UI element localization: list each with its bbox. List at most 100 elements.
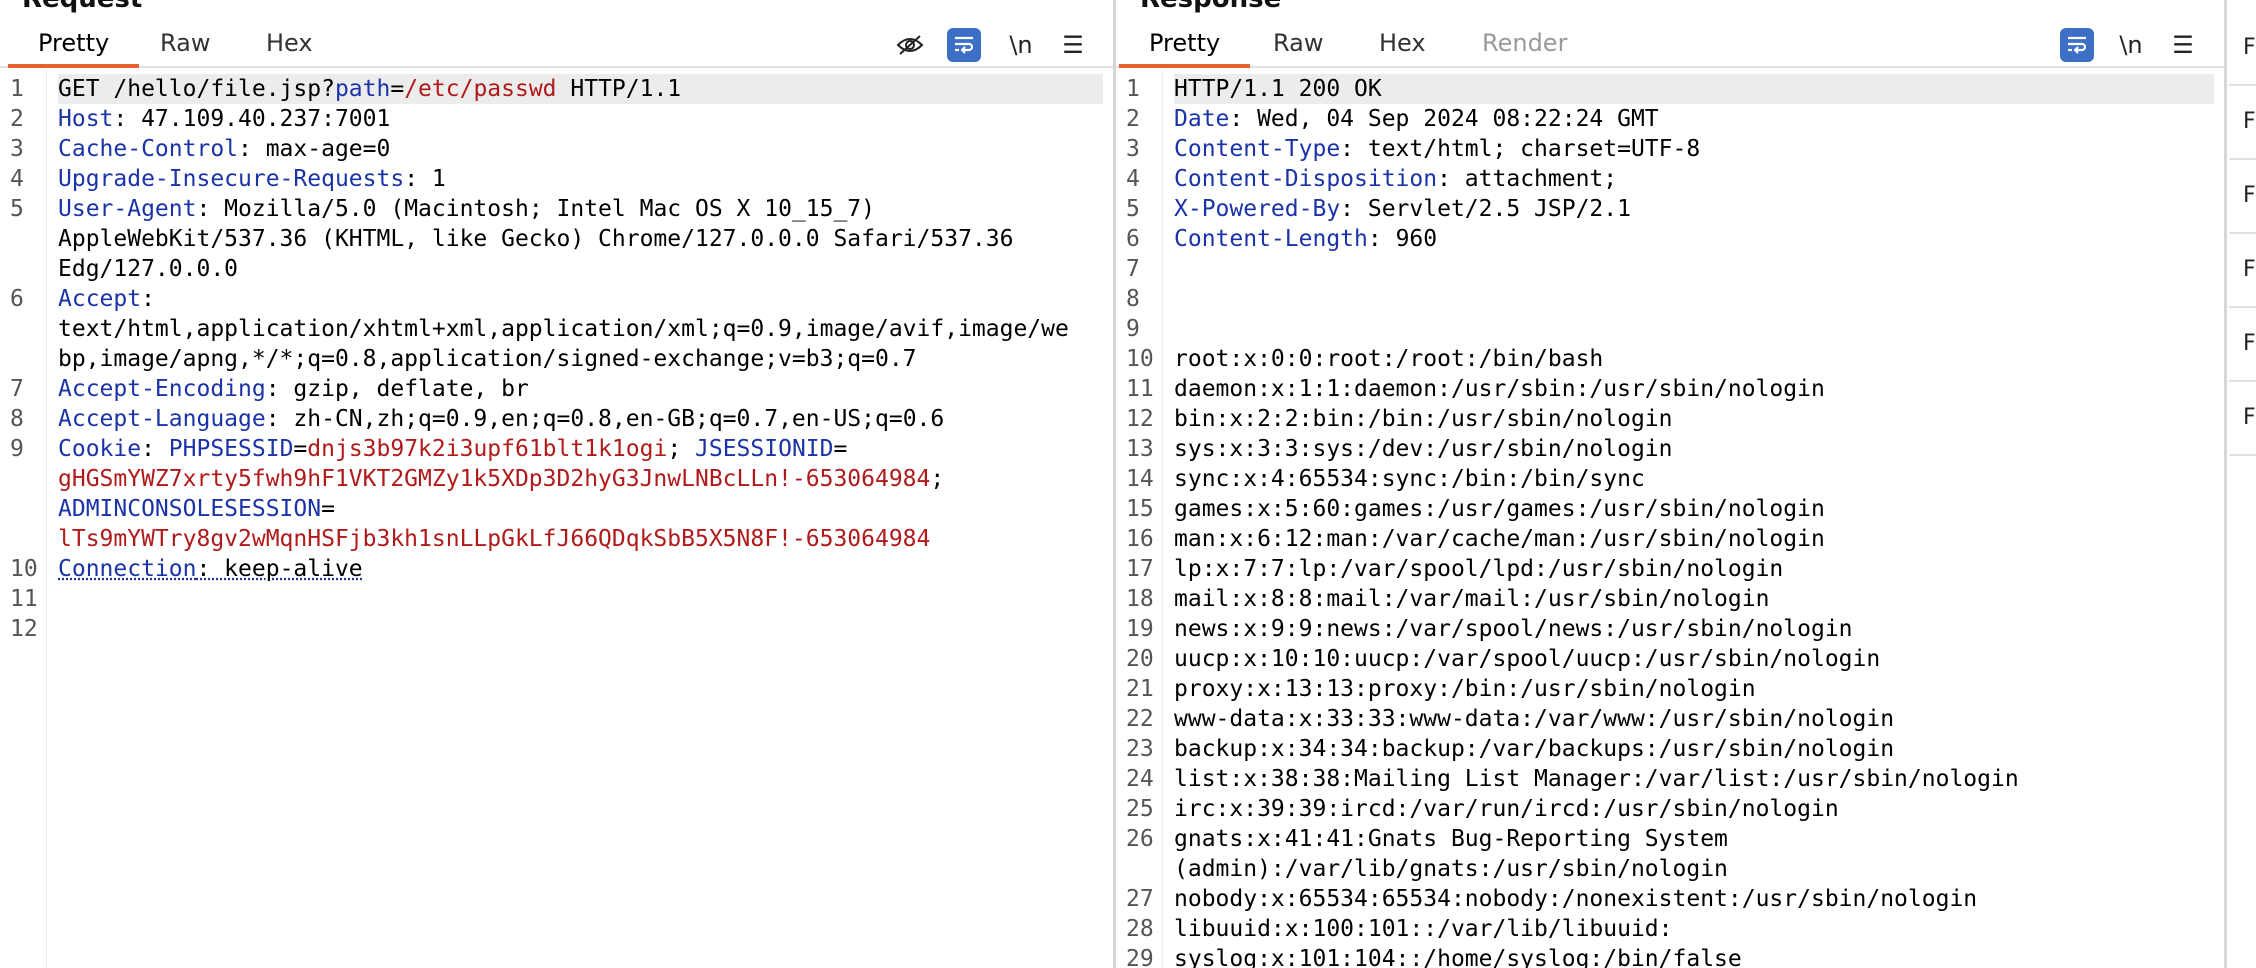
code-text: : attachment; bbox=[1437, 166, 1617, 192]
code-line: mail:x:8:8:mail:/var/mail:/usr/sbin/nolo… bbox=[1174, 584, 2214, 614]
side-panel-button[interactable]: F bbox=[2229, 160, 2256, 234]
request-tab-hex[interactable]: Hex bbox=[266, 28, 313, 64]
code-text: HTTP/1.1 200 OK bbox=[1174, 76, 1382, 102]
code-line bbox=[1174, 284, 2214, 314]
code-text: HTTP/1.1 bbox=[557, 76, 682, 102]
side-panel-button[interactable]: F bbox=[2229, 234, 2256, 308]
line-number: 13 bbox=[1116, 434, 1160, 464]
code-line: Host: 47.109.40.237:7001 bbox=[58, 104, 1103, 134]
request-editor[interactable]: 1 GET /hello/file.jsp?path=/etc/passwd HT… bbox=[0, 70, 1113, 968]
code-text: : Servlet/2.5 JSP/2.1 bbox=[1340, 196, 1631, 222]
menu-icon[interactable]: ☰ bbox=[1058, 28, 1088, 62]
code-line: man:x:6:12:man:/var/cache/man:/usr/sbin/… bbox=[1174, 524, 2214, 554]
response-tab-render[interactable]: Render bbox=[1482, 28, 1567, 64]
code-line: proxy:x:13:13:proxy:/bin:/usr/sbin/nolog… bbox=[1174, 674, 2214, 704]
line-number: 27 bbox=[1116, 884, 1160, 914]
code-line: lTs9mYWTry8gv2wMqnHSFjb3kh1snLLpGkLfJ66Q… bbox=[58, 524, 1103, 554]
newline-toggle[interactable]: \n bbox=[1006, 28, 1036, 62]
code-line: news:x:9:9:news:/var/spool/news:/usr/sbi… bbox=[1174, 614, 2214, 644]
code-line: Content-Length: 960 bbox=[1174, 224, 2214, 254]
line-number: 20 bbox=[1116, 644, 1160, 674]
word-wrap-icon[interactable] bbox=[947, 28, 981, 62]
line-number: 29 bbox=[1116, 944, 1160, 968]
header-name: Upgrade-Insecure-Requests bbox=[58, 166, 404, 192]
header-name: Accept bbox=[58, 286, 141, 312]
code-line: bp,image/apng,*/*;q=0.8,application/sign… bbox=[58, 344, 1103, 374]
hide-nonprinting-icon[interactable] bbox=[893, 28, 927, 62]
response-title: Response bbox=[1140, 0, 1281, 14]
side-panel-button[interactable]: F bbox=[2229, 86, 2256, 160]
line-number: 26 bbox=[1116, 824, 1160, 854]
param-value: gHGSmYWZ7xrty5fwh9hF1VKT2GMZy1k5XDp3D2hy… bbox=[58, 466, 930, 492]
header-name: Host bbox=[58, 106, 113, 132]
header-name: Content-Type bbox=[1174, 136, 1340, 162]
code-text: lp:x:7:7:lp:/var/spool/lpd:/usr/sbin/nol… bbox=[1174, 556, 1783, 582]
code-text: mail:x:8:8:mail:/var/mail:/usr/sbin/nolo… bbox=[1174, 586, 1769, 612]
code-text: AppleWebKit/537.36 (KHTML, like Gecko) C… bbox=[58, 226, 1013, 252]
code-line: Accept: bbox=[58, 284, 1103, 314]
line-number: 9 bbox=[0, 434, 44, 464]
code-line: games:x:5:60:games:/usr/games:/usr/sbin/… bbox=[1174, 494, 2214, 524]
code-text: text/html,application/xhtml+xml,applicat… bbox=[58, 316, 1069, 342]
code-line: (admin):/var/lib/gnats:/usr/sbin/nologin bbox=[1174, 854, 2214, 884]
line-number: 8 bbox=[1116, 284, 1160, 314]
side-panel: FFFFFF bbox=[2227, 0, 2256, 968]
request-tab-raw[interactable]: Raw bbox=[160, 28, 210, 64]
header-name: Content-Disposition bbox=[1174, 166, 1437, 192]
code-line: text/html,application/xhtml+xml,applicat… bbox=[58, 314, 1103, 344]
code-line: Cache-Control: max-age=0 bbox=[58, 134, 1103, 164]
code-line: AppleWebKit/537.36 (KHTML, like Gecko) C… bbox=[58, 224, 1103, 254]
header-name: X-Powered-By bbox=[1174, 196, 1340, 222]
code-line bbox=[1174, 254, 2214, 284]
menu-icon[interactable]: ☰ bbox=[2168, 28, 2198, 62]
response-tab-pretty[interactable]: Pretty bbox=[1149, 28, 1220, 64]
response-tabbar: Pretty Raw Hex Render \n ☰ bbox=[1116, 20, 2224, 68]
code-line: irc:x:39:39:ircd:/var/run/ircd:/usr/sbin… bbox=[1174, 794, 2214, 824]
code-line bbox=[58, 584, 1103, 614]
code-line: User-Agent: Mozilla/5.0 (Macintosh; Inte… bbox=[58, 194, 1103, 224]
line-number: 5 bbox=[0, 194, 44, 224]
response-editor[interactable]: 1 HTTP/1.1 200 OK 2 Date: Wed, 04 Sep 2024 … bbox=[1116, 70, 2224, 968]
code-text: = bbox=[321, 496, 335, 522]
code-text: : 1 bbox=[404, 166, 446, 192]
code-text: = bbox=[834, 436, 848, 462]
response-tab-raw[interactable]: Raw bbox=[1273, 28, 1323, 64]
code-text: www-data:x:33:33:www-data:/var/www:/usr/… bbox=[1174, 706, 1894, 732]
side-panel-button[interactable]: F bbox=[2229, 12, 2256, 86]
request-tabbar: Pretty Raw Hex \n ☰ bbox=[0, 20, 1113, 68]
code-text: : 960 bbox=[1368, 226, 1437, 252]
code-line: lp:x:7:7:lp:/var/spool/lpd:/usr/sbin/nol… bbox=[1174, 554, 2214, 584]
param-value: lTs9mYWTry8gv2wMqnHSFjb3kh1snLLpGkLfJ66Q… bbox=[58, 526, 930, 552]
response-tab-hex[interactable]: Hex bbox=[1379, 28, 1426, 64]
code-text: : bbox=[141, 436, 169, 462]
line-number: 10 bbox=[0, 554, 44, 584]
request-tab-pretty[interactable]: Pretty bbox=[38, 28, 109, 64]
code-text: bin:x:2:2:bin:/bin:/usr/sbin/nologin bbox=[1174, 406, 1673, 432]
header-name: Cookie bbox=[58, 436, 141, 462]
code-line: libuuid:x:100:101::/var/lib/libuuid: bbox=[1174, 914, 2214, 944]
code-line: uucp:x:10:10:uucp:/var/spool/uucp:/usr/s… bbox=[1174, 644, 2214, 674]
word-wrap-icon[interactable] bbox=[2060, 28, 2094, 62]
line-number: 12 bbox=[0, 614, 44, 644]
line-number: 2 bbox=[1116, 104, 1160, 134]
header-name: Date bbox=[1174, 106, 1229, 132]
line-number: 18 bbox=[1116, 584, 1160, 614]
side-panel-button[interactable]: F bbox=[2229, 382, 2256, 456]
code-line: gHGSmYWZ7xrty5fwh9hF1VKT2GMZy1k5XDp3D2hy… bbox=[58, 464, 1103, 494]
code-line: syslog:x:101:104::/home/syslog:/bin/fals… bbox=[1174, 944, 2214, 968]
code-text: syslog:x:101:104::/home/syslog:/bin/fals… bbox=[1174, 946, 1742, 968]
code-line: sync:x:4:65534:sync:/bin:/bin/sync bbox=[1174, 464, 2214, 494]
code-text: irc:x:39:39:ircd:/var/run/ircd:/usr/sbin… bbox=[1174, 796, 1839, 822]
side-panel-button[interactable]: F bbox=[2229, 308, 2256, 382]
code-line: Upgrade-Insecure-Requests: 1 bbox=[58, 164, 1103, 194]
code-text: bp,image/apng,*/*;q=0.8,application/sign… bbox=[58, 346, 917, 372]
header-name: User-Agent bbox=[58, 196, 196, 222]
line-number: 2 bbox=[0, 104, 44, 134]
code-line: backup:x:34:34:backup:/var/backups:/usr/… bbox=[1174, 734, 2214, 764]
newline-toggle[interactable]: \n bbox=[2116, 28, 2146, 62]
code-line: www-data:x:33:33:www-data:/var/www:/usr/… bbox=[1174, 704, 2214, 734]
code-line: root:x:0:0:root:/root:/bin/bash bbox=[1174, 344, 2214, 374]
request-panel: Request Pretty Raw Hex \n ☰ 1GET /hello/… bbox=[0, 0, 1113, 968]
code-line: Accept-Language: zh-CN,zh;q=0.9,en;q=0.8… bbox=[58, 404, 1103, 434]
code-line: list:x:38:38:Mailing List Manager:/var/l… bbox=[1174, 764, 2214, 794]
